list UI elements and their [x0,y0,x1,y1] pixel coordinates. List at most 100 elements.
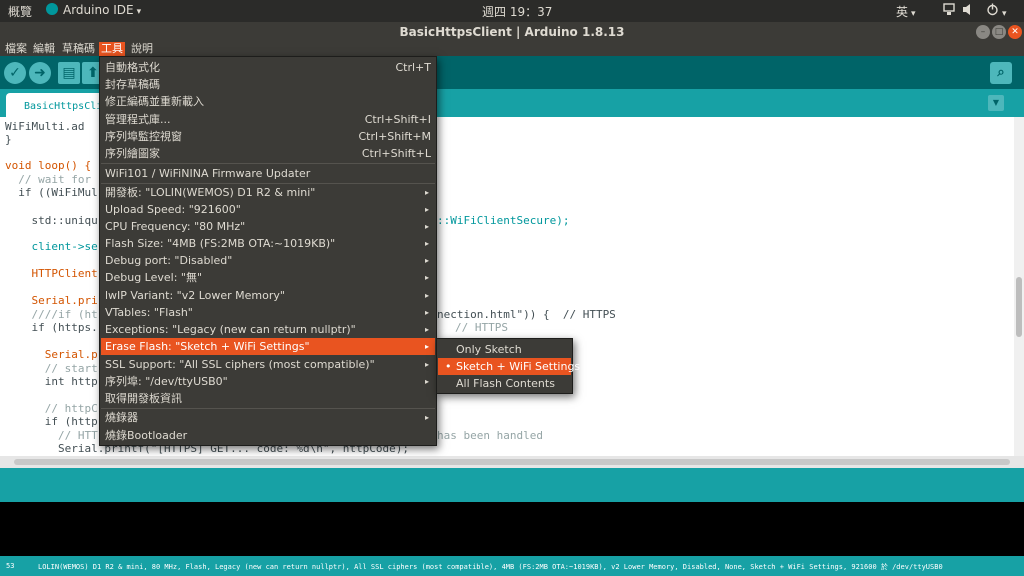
menu-item-exceptions[interactable]: Exceptions: "Legacy (new can return null… [101,321,435,338]
volume-icon[interactable] [962,3,975,19]
code-line: if (https. [5,321,98,334]
vertical-scrollbar[interactable] [1014,117,1024,456]
submenu-arrow-icon: ▸ [424,377,429,386]
menu-item-label: 開發板: "LOLIN(WEMOS) D1 R2 & mini" [105,186,316,199]
window-title-bar[interactable]: BasicHttpsClient | Arduino 1.8.13 – □ ✕ [0,22,1024,42]
code-text: Serial.p [5,348,98,361]
menubar: 檔案 編輯 草稿碼 工具 說明 [0,42,1024,56]
menu-item-shortcut: Ctrl+Shift+M [358,130,432,143]
menu-item-flash-size[interactable]: Flash Size: "4MB (FS:2MB OTA:~1019KB)" ▸ [101,235,435,252]
system-top-panel: 概覽 Arduino IDE ▾ 週四 19：37 英 ▾ ▾ [0,0,1024,22]
menu-item-label: 序列繪圖家 [105,147,160,160]
upload-button[interactable]: ➜ [29,62,51,84]
menu-item-label: Debug Level: "無" [105,271,203,284]
menu-item-board[interactable]: 開發板: "LOLIN(WEMOS) D1 R2 & mini" ▸ [101,184,435,201]
console-output[interactable] [0,502,1024,556]
input-method-label: 英 [896,5,909,19]
input-method-indicator[interactable]: 英 ▾ [896,3,916,20]
menu-item-vtables[interactable]: VTables: "Flash" ▸ [101,304,435,321]
scrollbar-thumb[interactable] [1016,277,1022,337]
code-line: Serial.p [5,348,98,361]
verify-button[interactable]: ✓ [4,62,26,84]
scrollbar-track[interactable] [14,459,1010,465]
power-icon [987,3,998,16]
menu-item-burn-bootloader[interactable]: 燒錄Bootloader [101,427,435,444]
maximize-button[interactable]: □ [992,25,1006,39]
menu-item-label: Upload Speed: "921600" [105,203,241,216]
code-text: HTTPClient [5,267,98,280]
horizontal-scrollbar[interactable] [0,456,1024,468]
power-menu[interactable]: ▾ [986,3,1007,19]
menu-item-ssl-support[interactable]: SSL Support: "All SSL ciphers (most comp… [101,356,435,373]
minimize-button[interactable]: – [976,25,990,39]
menu-item-label: Erase Flash: "Sketch + WiFi Settings" [105,340,310,353]
menu-item-serial-plotter[interactable]: 序列繪圖家 Ctrl+Shift+L [101,145,435,162]
new-file-button[interactable]: ▤ [58,62,80,84]
menu-item-label: 燒錄Bootloader [105,429,188,442]
menu-item-label: lwIP Variant: "v2 Lower Memory" [105,289,285,302]
arduino-app-icon [46,3,58,15]
menu-item-debug-port[interactable]: Debug port: "Disabled" ▸ [101,252,435,269]
menu-item-auto-format[interactable]: 自動格式化 Ctrl+T [101,59,435,76]
app-menu-button[interactable]: Arduino IDE ▾ [46,3,141,17]
submenu-arrow-icon: ▸ [424,342,429,351]
submenu-arrow-icon: ▸ [424,239,429,248]
submenu-arrow-icon: ▸ [424,273,429,282]
menu-item-label: VTables: "Flash" [105,306,193,319]
code-text: Serial.pri [5,294,98,307]
serial-monitor-button[interactable]: ⌕ [990,62,1012,84]
submenu-arrow-icon: ▸ [424,360,429,369]
activities-button[interactable]: 概覽 [8,3,32,20]
menu-item-fix-encoding[interactable]: 修正編碼並重新載入 [101,93,435,110]
tools-menu: 自動格式化 Ctrl+T 封存草稿碼 修正編碼並重新載入 管理程式庫... Ctrl… [99,56,437,446]
code-line: // httpC [5,402,98,415]
menu-item-label: 自動格式化 [105,61,160,74]
menu-item-lwip-variant[interactable]: lwIP Variant: "v2 Lower Memory" ▸ [101,287,435,304]
submenu-item-sketch-wifi-settings[interactable]: • Sketch + WiFi Settings [438,358,580,375]
menu-item-archive-sketch[interactable]: 封存草稿碼 [101,76,435,93]
menu-item-debug-level[interactable]: Debug Level: "無" ▸ [101,269,435,286]
code-text: ::WiFiClientSecure); [437,214,570,227]
footer-bar: 53 LOLIN(WEMOS) D1 R2 & mini, 80 MHz, Fl… [0,556,1024,576]
code-line: // HTT [5,429,98,442]
menu-item-manage-libraries[interactable]: 管理程式庫... Ctrl+Shift+I [101,111,435,128]
code-line: ////if (ht [5,308,98,321]
network-icon[interactable] [942,3,956,19]
window-title: BasicHttpsClient | Arduino 1.8.13 [399,25,625,39]
menu-item-label: 管理程式庫... [105,113,171,126]
status-bar [0,468,1024,502]
code-line: } [5,133,12,146]
code-line: WiFiMulti.ad [5,120,85,133]
code-line-continuation: // HTTPS [455,321,508,334]
submenu-item-label: Sketch + WiFi Settings [456,360,581,373]
menu-edit[interactable]: 編輯 [31,42,57,56]
submenu-arrow-icon: ▸ [424,291,429,300]
menu-item-port[interactable]: 序列埠: "/dev/ttyUSB0" ▸ [101,373,435,390]
menu-item-label: 取得開發板資訊 [105,392,182,405]
menu-item-label: 序列埠: "/dev/ttyUSB0" [105,375,228,388]
code-line-continuation: has been handled [437,429,543,442]
code-line-continuation: ::WiFiClientSecure); [437,214,569,227]
menu-item-board-info[interactable]: 取得開發板資訊 [101,390,435,407]
menu-sketch[interactable]: 草稿碼 [60,42,97,56]
submenu-arrow-icon: ▸ [424,222,429,231]
menu-item-shortcut: Ctrl+T [395,61,431,74]
menu-item-firmware-updater[interactable]: WiFi101 / WiFiNINA Firmware Updater [101,165,435,182]
close-button[interactable]: ✕ [1008,25,1022,39]
submenu-item-all-flash-contents[interactable]: All Flash Contents [438,375,571,392]
menu-item-erase-flash[interactable]: Erase Flash: "Sketch + WiFi Settings" ▸ [101,338,435,355]
menu-file[interactable]: 檔案 [3,42,29,56]
menu-item-cpu-frequency[interactable]: CPU Frequency: "80 MHz" ▸ [101,218,435,235]
menu-item-upload-speed[interactable]: Upload Speed: "921600" ▸ [101,201,435,218]
menu-item-serial-monitor[interactable]: 序列埠監控視窗 Ctrl+Shift+M [101,128,435,145]
code-text: void loop() { [5,159,92,172]
menu-item-programmer[interactable]: 燒錄器 ▸ [101,409,435,426]
tab-menu-button[interactable]: ▼ [988,95,1004,111]
submenu-arrow-icon: ▸ [424,205,429,214]
menu-tools[interactable]: 工具 [99,42,125,56]
menu-item-label: Debug port: "Disabled" [105,254,233,267]
menu-help[interactable]: 說明 [129,42,155,56]
submenu-item-only-sketch[interactable]: Only Sketch [438,341,571,358]
menu-item-label: 序列埠監控視窗 [105,130,182,143]
clock[interactable]: 週四 19：37 [482,3,552,20]
